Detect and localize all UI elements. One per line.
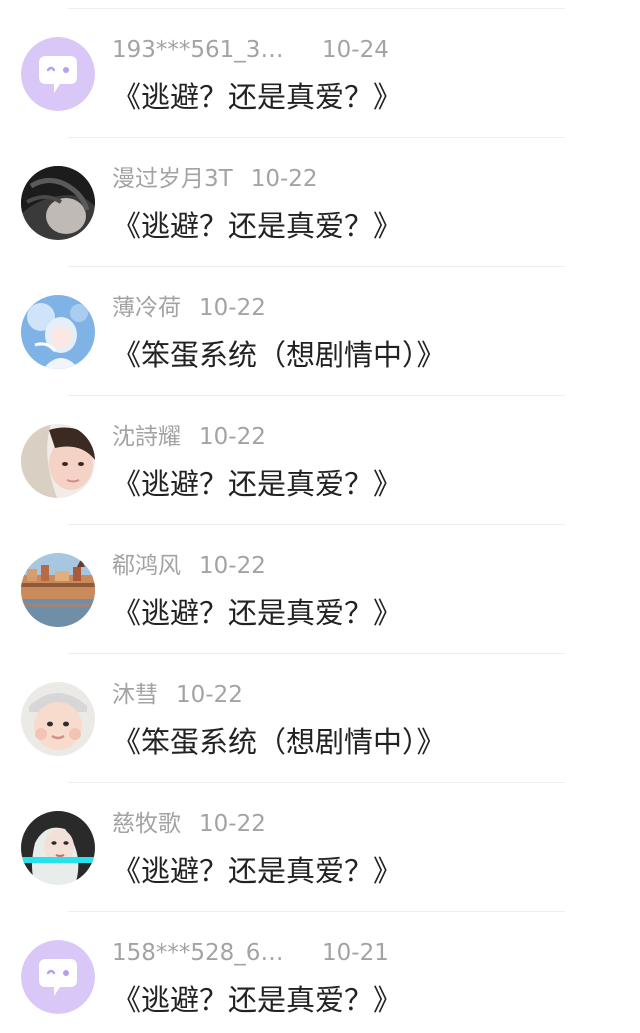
chat-bubble-icon: [21, 37, 95, 111]
user-name[interactable]: 沈詩耀: [112, 422, 181, 452]
default-avatar[interactable]: [21, 37, 95, 111]
user-name[interactable]: 158***528_68...: [112, 938, 294, 968]
comment-meta: 薄冷荷 10-22: [112, 293, 266, 323]
story-title[interactable]: 《逃避？还是真爱？》: [112, 980, 402, 1020]
user-name[interactable]: 漫过岁月3T: [112, 164, 233, 194]
story-title[interactable]: 《笨蛋系统（想剧情中）》: [112, 722, 446, 762]
comment-date: 10-22: [176, 682, 243, 708]
list-item[interactable]: 193***561_30... 10-24 《逃避？还是真爱？》: [0, 9, 640, 138]
comment-meta: 郗鸿风 10-22: [112, 551, 266, 581]
list-item[interactable]: 沈詩耀 10-22 《逃避？还是真爱？》: [0, 396, 640, 525]
comment-date: 10-21: [322, 940, 389, 966]
list-item[interactable]: 漫过岁月3T 10-22 《逃避？还是真爱？》: [0, 138, 640, 267]
story-title[interactable]: 《笨蛋系统（想剧情中）》: [112, 335, 446, 375]
woman-portrait-icon: [21, 811, 95, 885]
chat-bubble-icon: [21, 940, 95, 1014]
user-name[interactable]: 郗鸿风: [112, 551, 181, 581]
comment-meta: 沈詩耀 10-22: [112, 422, 266, 452]
baby-photo-icon: [21, 682, 95, 756]
story-title[interactable]: 《逃避？还是真爱？》: [112, 593, 402, 633]
user-avatar[interactable]: [21, 682, 95, 756]
comment-feed: 193***561_30... 10-24 《逃避？还是真爱？》 漫过岁月3T 10…: [0, 0, 640, 1033]
user-name[interactable]: 193***561_30...: [112, 35, 294, 65]
anime-girl-icon: [21, 295, 95, 369]
comment-date: 10-24: [322, 37, 389, 63]
list-item[interactable]: 郗鸿风 10-22 《逃避？还是真爱？》: [0, 525, 640, 654]
user-avatar[interactable]: [21, 166, 95, 240]
user-name[interactable]: 慈牧歌: [112, 809, 181, 839]
comment-meta: 193***561_30... 10-24: [112, 35, 389, 65]
list-item[interactable]: 薄冷荷 10-22 《笨蛋系统（想剧情中）》: [0, 267, 640, 396]
user-name[interactable]: 薄冷荷: [112, 293, 181, 323]
comment-date: 10-22: [250, 166, 318, 192]
comment-meta: 158***528_68... 10-21: [112, 938, 389, 968]
default-avatar[interactable]: [21, 940, 95, 1014]
story-title[interactable]: 《逃避？还是真爱？》: [112, 206, 402, 246]
dark-hair-photo-icon: [21, 166, 95, 240]
list-item[interactable]: 沐彗 10-22 《笨蛋系统（想剧情中）》: [0, 654, 640, 783]
city-harbor-icon: [21, 553, 95, 627]
comment-meta: 漫过岁月3T 10-22: [112, 164, 318, 194]
story-title[interactable]: 《逃避？还是真爱？》: [112, 851, 402, 891]
comment-date: 10-22: [199, 811, 266, 837]
list-item[interactable]: 158***528_68... 10-21 《逃避？还是真爱？》: [0, 912, 640, 1033]
user-avatar[interactable]: [21, 811, 95, 885]
list-item[interactable]: 慈牧歌 10-22 《逃避？还是真爱？》: [0, 783, 640, 912]
user-avatar[interactable]: [21, 295, 95, 369]
story-title[interactable]: 《逃避？还是真爱？》: [112, 464, 402, 504]
comment-date: 10-22: [199, 424, 266, 450]
comment-meta: 慈牧歌 10-22: [112, 809, 266, 839]
story-title[interactable]: 《逃避？还是真爱？》: [112, 77, 402, 117]
comment-meta: 沐彗 10-22: [112, 680, 243, 710]
girl-photo-icon: [21, 424, 95, 498]
user-avatar[interactable]: [21, 424, 95, 498]
user-name[interactable]: 沐彗: [112, 680, 158, 710]
comment-date: 10-22: [199, 295, 266, 321]
comment-date: 10-22: [199, 553, 266, 579]
user-avatar[interactable]: [21, 553, 95, 627]
